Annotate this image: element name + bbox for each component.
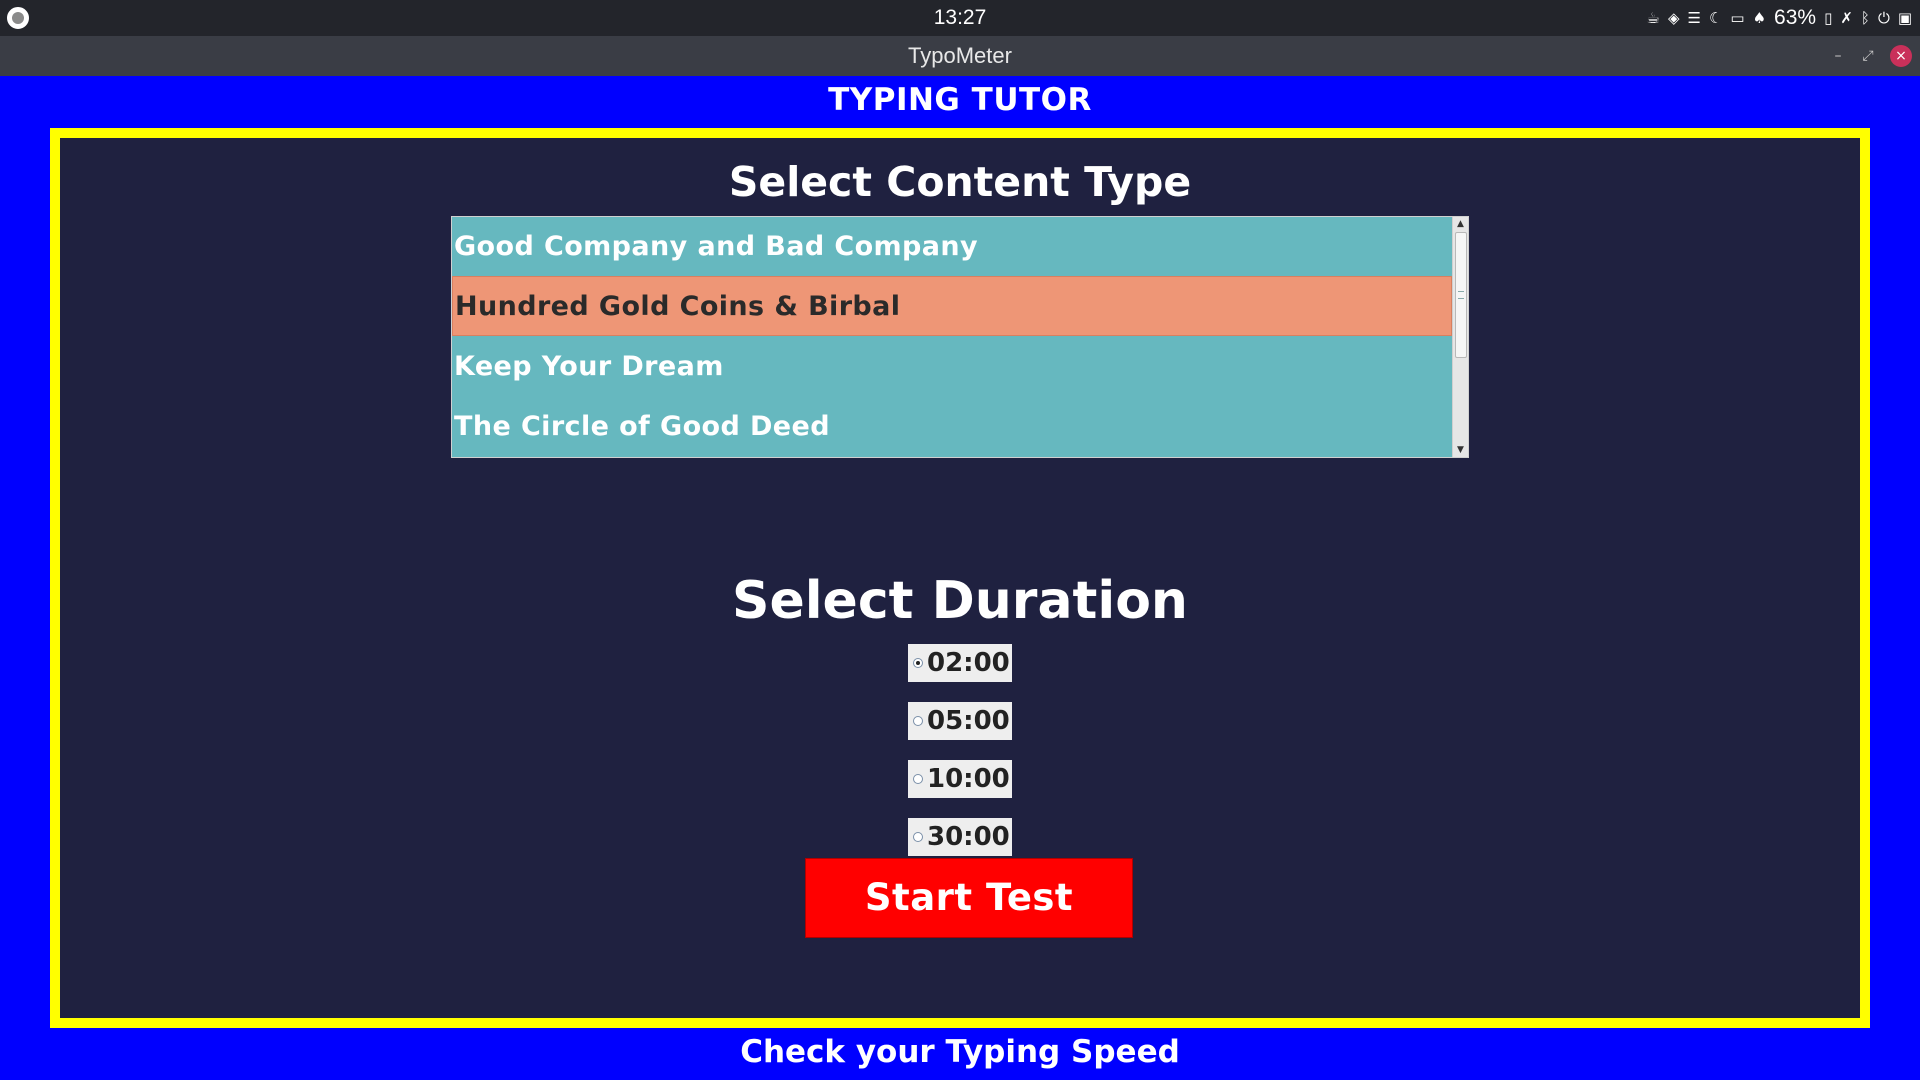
app-heading: TYPING TUTOR: [828, 82, 1092, 118]
scrollbar-grip: [1458, 291, 1464, 299]
radio-label: 05:00: [927, 706, 1010, 736]
folder-icon[interactable]: ▭: [1730, 10, 1744, 26]
maximize-icon[interactable]: ⤢: [1860, 48, 1876, 64]
system-tray: ☕ ◈ ☰ ☾ ▭ ♠ 63% ▯ ✗ ᛒ ⏻ ▣: [1647, 0, 1913, 36]
window-title: TypoMeter: [908, 43, 1012, 68]
system-top-bar: 13:27 ☕ ◈ ☰ ☾ ▭ ♠ 63% ▯ ✗ ᛒ ⏻ ▣: [0, 0, 1920, 36]
app-area: TYPING TUTOR Select Content Type Good Co…: [0, 76, 1920, 1080]
content-item[interactable]: Good Company and Bad Company: [452, 217, 1452, 277]
system-clock[interactable]: 13:27: [0, 0, 1920, 36]
radio-checked-icon[interactable]: [913, 658, 923, 668]
duration-title: Select Duration: [732, 571, 1188, 631]
duration-radio-05-00[interactable]: 05:00: [908, 702, 1012, 740]
menu-icon[interactable]: ☰: [1688, 10, 1701, 26]
window-title-bar: TypoMeter – ⤢ ×: [0, 36, 1920, 76]
duration-radio-30-00[interactable]: 30:00: [908, 818, 1012, 856]
scrollbar-thumb[interactable]: [1455, 232, 1467, 358]
content-type-list[interactable]: Good Company and Bad Company Hundred Gol…: [451, 216, 1469, 458]
content-item[interactable]: Keep Your Dream: [452, 337, 1452, 397]
scroll-down-arrow-icon[interactable]: ▼: [1453, 443, 1468, 457]
content-item[interactable]: The Circle of Good Deed: [452, 397, 1452, 457]
radio-unchecked-icon[interactable]: [913, 832, 923, 842]
power-icon[interactable]: ⏻: [1878, 10, 1890, 26]
radio-unchecked-icon[interactable]: [913, 774, 923, 784]
footer-tagline: Check your Typing Speed: [740, 1034, 1180, 1070]
battery-icon[interactable]: ▯: [1824, 10, 1832, 26]
close-icon[interactable]: ×: [1890, 45, 1912, 67]
main-panel: Select Content Type Good Company and Bad…: [50, 128, 1870, 1028]
wifi-icon[interactable]: ◈: [1668, 10, 1680, 26]
battery-percentage: 63%: [1774, 6, 1817, 29]
radio-unchecked-icon[interactable]: [913, 716, 923, 726]
duration-radio-10-00[interactable]: 10:00: [908, 760, 1012, 798]
scroll-up-arrow-icon[interactable]: ▲: [1453, 217, 1468, 231]
radio-label: 10:00: [927, 764, 1010, 794]
night-mode-icon[interactable]: ☾: [1709, 10, 1722, 26]
radio-label: 30:00: [927, 822, 1010, 852]
coffee-icon[interactable]: ☕: [1647, 10, 1660, 26]
radio-label: 02:00: [927, 648, 1010, 678]
window-controls: – ⤢ ×: [1830, 36, 1912, 76]
start-test-button[interactable]: Start Test: [805, 858, 1133, 938]
bluetooth-icon[interactable]: ᛒ: [1861, 10, 1870, 26]
tools-icon[interactable]: ✗: [1840, 10, 1853, 26]
minimize-icon[interactable]: –: [1830, 48, 1846, 64]
notification-bell-icon[interactable]: ♠: [1753, 10, 1766, 26]
screen-icon[interactable]: ▣: [1898, 10, 1912, 26]
content-item-selected[interactable]: Hundred Gold Coins & Birbal: [452, 276, 1452, 336]
content-type-title: Select Content Type: [728, 158, 1192, 206]
list-scrollbar[interactable]: ▲ ▼: [1452, 217, 1468, 457]
duration-radio-02-00[interactable]: 02:00: [908, 644, 1012, 682]
